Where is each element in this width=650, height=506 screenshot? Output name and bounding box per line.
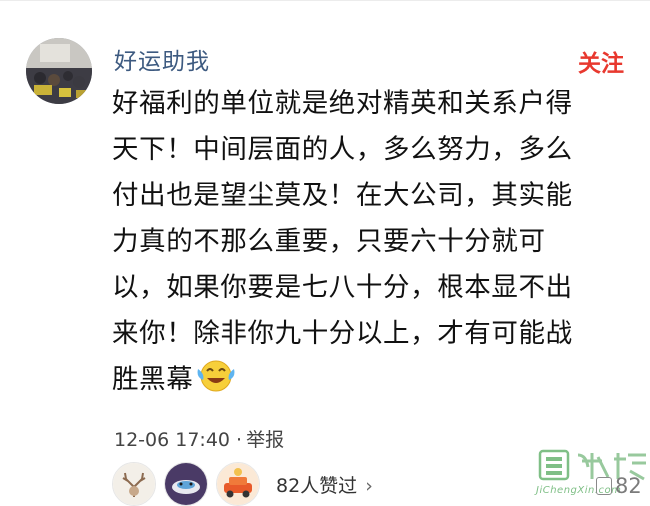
follow-button[interactable]: 关注: [578, 44, 624, 78]
chevron-right-icon: ›: [365, 475, 373, 497]
comment-line: 来你！除非你九十分以上，才有可能战: [112, 318, 573, 349]
likes-count-label: 82人赞过: [276, 475, 358, 497]
likes-count-link[interactable]: 82人赞过 ›: [276, 471, 373, 498]
thumb-up-icon: [596, 477, 612, 495]
liker-avatar[interactable]: [164, 462, 208, 506]
comment-line: 付出也是望尘莫及！在大公司，其实能: [112, 180, 573, 211]
top-divider: [0, 0, 650, 1]
comment-line: 力真的不那么重要，只要六十分就可: [112, 226, 546, 257]
avatar-photo-icon: [26, 38, 92, 104]
report-button[interactable]: 举报: [246, 429, 284, 451]
comment-line: 天下！中间层面的人，多么努力，多么: [112, 134, 573, 165]
username[interactable]: 好运助我: [114, 42, 210, 76]
liker-avatar[interactable]: [112, 462, 156, 506]
like-count-value: 82: [615, 474, 642, 498]
liker-avatar[interactable]: [216, 462, 260, 506]
like-count-partial: 82: [596, 474, 642, 498]
comment-text: 好福利的单位就是绝对精英和关系户得 天下！中间层面的人，多么努力，多么 付出也是…: [112, 81, 612, 408]
avatar[interactable]: [26, 38, 92, 104]
comment-meta: 12-06 17:40 · 举报: [114, 425, 284, 452]
laughing-crying-emoji-icon: [196, 357, 236, 408]
comment-line: 胜黑幕: [112, 364, 194, 395]
comment-line: 以，如果你要是七八十分，根本显不出: [112, 272, 573, 303]
comment-last-line: 胜黑幕: [112, 357, 612, 408]
timestamp: 12-06 17:40: [114, 429, 231, 451]
meta-separator: ·: [236, 429, 243, 451]
comment-line: 好福利的单位就是绝对精英和关系户得: [112, 88, 573, 119]
